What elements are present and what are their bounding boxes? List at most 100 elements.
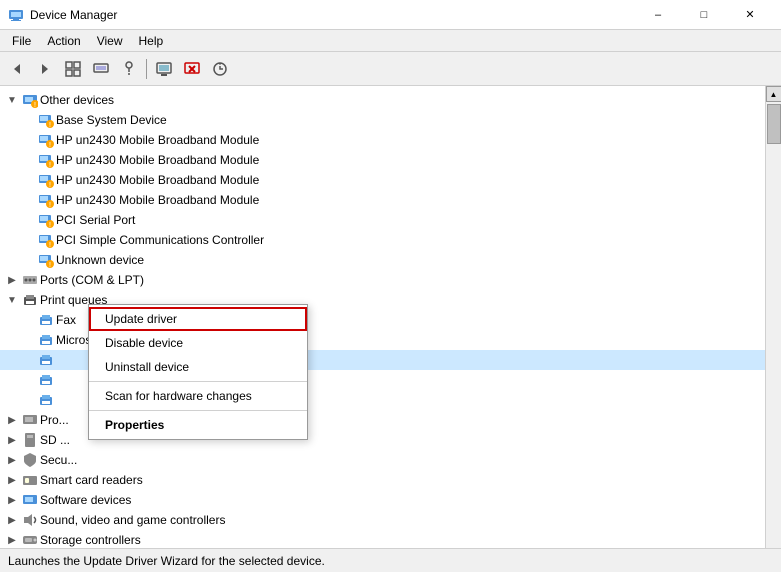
app-icon bbox=[8, 7, 24, 23]
expand-ports[interactable]: ▶ bbox=[4, 272, 20, 288]
label-base-system: Base System Device bbox=[56, 113, 167, 127]
icon-ports bbox=[22, 272, 38, 288]
icon-hp2: ! bbox=[38, 152, 54, 168]
label-hp1: HP un2430 Mobile Broadband Module bbox=[56, 133, 259, 147]
icon-ms-print bbox=[38, 332, 54, 348]
expand-pro[interactable]: ▶ bbox=[4, 412, 20, 428]
svg-text:!: ! bbox=[49, 122, 51, 128]
toolbar-forward[interactable] bbox=[32, 56, 58, 82]
icon-unknown: ! bbox=[38, 252, 54, 268]
ctx-separator-2 bbox=[89, 410, 307, 411]
ctx-properties[interactable]: Properties bbox=[89, 413, 307, 437]
context-menu: Update driver Disable device Uninstall d… bbox=[88, 304, 308, 440]
tree-item-hp2[interactable]: ! HP un2430 Mobile Broadband Module bbox=[0, 150, 765, 170]
label-pro: Pro... bbox=[40, 413, 69, 427]
label-ports: Ports (COM & LPT) bbox=[40, 273, 144, 287]
toolbar-scan[interactable] bbox=[207, 56, 233, 82]
tree-item-hp3[interactable]: ! HP un2430 Mobile Broadband Module bbox=[0, 170, 765, 190]
icon-sd bbox=[22, 432, 38, 448]
window-controls: – □ ✕ bbox=[635, 3, 773, 27]
label-smart-card: Smart card readers bbox=[40, 473, 143, 487]
label-other-devices: Other devices bbox=[40, 93, 114, 107]
menu-view[interactable]: View bbox=[89, 32, 131, 50]
close-button[interactable]: ✕ bbox=[727, 3, 773, 27]
ctx-scan-hardware[interactable]: Scan for hardware changes bbox=[89, 384, 307, 408]
expand-storage[interactable]: ▶ bbox=[4, 532, 20, 548]
menu-file[interactable]: File bbox=[4, 32, 39, 50]
expand-other-devices[interactable]: ▼ bbox=[4, 92, 20, 108]
tree-item-smart-card[interactable]: ▶ Smart card readers bbox=[0, 470, 765, 490]
scrollbar-thumb[interactable] bbox=[767, 104, 781, 144]
tree-item-pci-simple[interactable]: ! PCI Simple Communications Controller bbox=[0, 230, 765, 250]
toolbar-back[interactable] bbox=[4, 56, 30, 82]
expand-sd[interactable]: ▶ bbox=[4, 432, 20, 448]
svg-text:!: ! bbox=[49, 162, 51, 168]
icon-printer-3 bbox=[38, 352, 54, 368]
toolbar-sep-1 bbox=[146, 59, 147, 79]
toolbar-uninstall[interactable] bbox=[179, 56, 205, 82]
icon-hp4: ! bbox=[38, 192, 54, 208]
svg-text:!: ! bbox=[49, 142, 51, 148]
label-sound: Sound, video and game controllers bbox=[40, 513, 225, 527]
icon-printer-4 bbox=[38, 372, 54, 388]
icon-sound bbox=[22, 512, 38, 528]
tree-view[interactable]: ▼ ! Other devices ! bbox=[0, 86, 765, 548]
ctx-update-driver[interactable]: Update driver bbox=[89, 307, 307, 331]
tree-item-pci-serial[interactable]: ! PCI Serial Port bbox=[0, 210, 765, 230]
expand-smart-card[interactable]: ▶ bbox=[4, 472, 20, 488]
main-content: ▼ ! Other devices ! bbox=[0, 86, 781, 548]
tree-item-unknown[interactable]: ! Unknown device bbox=[0, 250, 765, 270]
tree-item-sound[interactable]: ▶ Sound, video and game controllers bbox=[0, 510, 765, 530]
menu-help[interactable]: Help bbox=[131, 32, 172, 50]
ctx-disable-device[interactable]: Disable device bbox=[89, 331, 307, 355]
svg-text:!: ! bbox=[49, 182, 51, 188]
tree-item-ports[interactable]: ▶ Ports (COM & LPT) bbox=[0, 270, 765, 290]
svg-text:!: ! bbox=[49, 242, 51, 248]
tree-item-storage[interactable]: ▶ Storage controllers bbox=[0, 530, 765, 548]
expand-software-devices[interactable]: ▶ bbox=[4, 492, 20, 508]
tree-item-base-system[interactable]: ! Base System Device bbox=[0, 110, 765, 130]
toolbar-help[interactable] bbox=[116, 56, 142, 82]
icon-other-devices: ! bbox=[22, 92, 38, 108]
title-bar-left: Device Manager bbox=[8, 7, 117, 23]
expand-security[interactable]: ▶ bbox=[4, 452, 20, 468]
label-hp3: HP un2430 Mobile Broadband Module bbox=[56, 173, 259, 187]
expand-sound[interactable]: ▶ bbox=[4, 512, 20, 528]
status-bar: Launches the Update Driver Wizard for th… bbox=[0, 548, 781, 572]
toolbar-update-driver[interactable] bbox=[88, 56, 114, 82]
icon-pci-simple: ! bbox=[38, 232, 54, 248]
tree-item-security[interactable]: ▶ Secu... bbox=[0, 450, 765, 470]
icon-pci-serial: ! bbox=[38, 212, 54, 228]
icon-base-system: ! bbox=[38, 112, 54, 128]
toolbar-show-properties[interactable] bbox=[60, 56, 86, 82]
label-software-devices: Software devices bbox=[40, 493, 131, 507]
status-text: Launches the Update Driver Wizard for th… bbox=[8, 554, 325, 568]
tree-item-hp1[interactable]: ! HP un2430 Mobile Broadband Module bbox=[0, 130, 765, 150]
scrollbar-track: ▲ bbox=[765, 86, 781, 548]
icon-storage bbox=[22, 532, 38, 548]
label-hp2: HP un2430 Mobile Broadband Module bbox=[56, 153, 259, 167]
icon-fax bbox=[38, 312, 54, 328]
label-storage: Storage controllers bbox=[40, 533, 141, 547]
label-pci-simple: PCI Simple Communications Controller bbox=[56, 233, 264, 247]
svg-text:!: ! bbox=[49, 222, 51, 228]
ctx-separator-1 bbox=[89, 381, 307, 382]
icon-security bbox=[22, 452, 38, 468]
title-bar: Device Manager – □ ✕ bbox=[0, 0, 781, 30]
tree-item-software-devices[interactable]: ▶ Software devices bbox=[0, 490, 765, 510]
menu-action[interactable]: Action bbox=[39, 32, 88, 50]
toolbar-device-list[interactable] bbox=[151, 56, 177, 82]
minimize-button[interactable]: – bbox=[635, 3, 681, 27]
toolbar bbox=[0, 52, 781, 86]
ctx-uninstall-device[interactable]: Uninstall device bbox=[89, 355, 307, 379]
label-hp4: HP un2430 Mobile Broadband Module bbox=[56, 193, 259, 207]
scrollbar-up[interactable]: ▲ bbox=[766, 86, 781, 102]
icon-smart-card bbox=[22, 472, 38, 488]
tree-item-hp4[interactable]: ! HP un2430 Mobile Broadband Module bbox=[0, 190, 765, 210]
svg-text:!: ! bbox=[34, 102, 36, 108]
tree-item-other-devices[interactable]: ▼ ! Other devices bbox=[0, 90, 765, 110]
expand-print-queues[interactable]: ▼ bbox=[4, 292, 20, 308]
maximize-button[interactable]: □ bbox=[681, 3, 727, 27]
label-fax: Fax bbox=[56, 313, 76, 327]
icon-software-devices bbox=[22, 492, 38, 508]
